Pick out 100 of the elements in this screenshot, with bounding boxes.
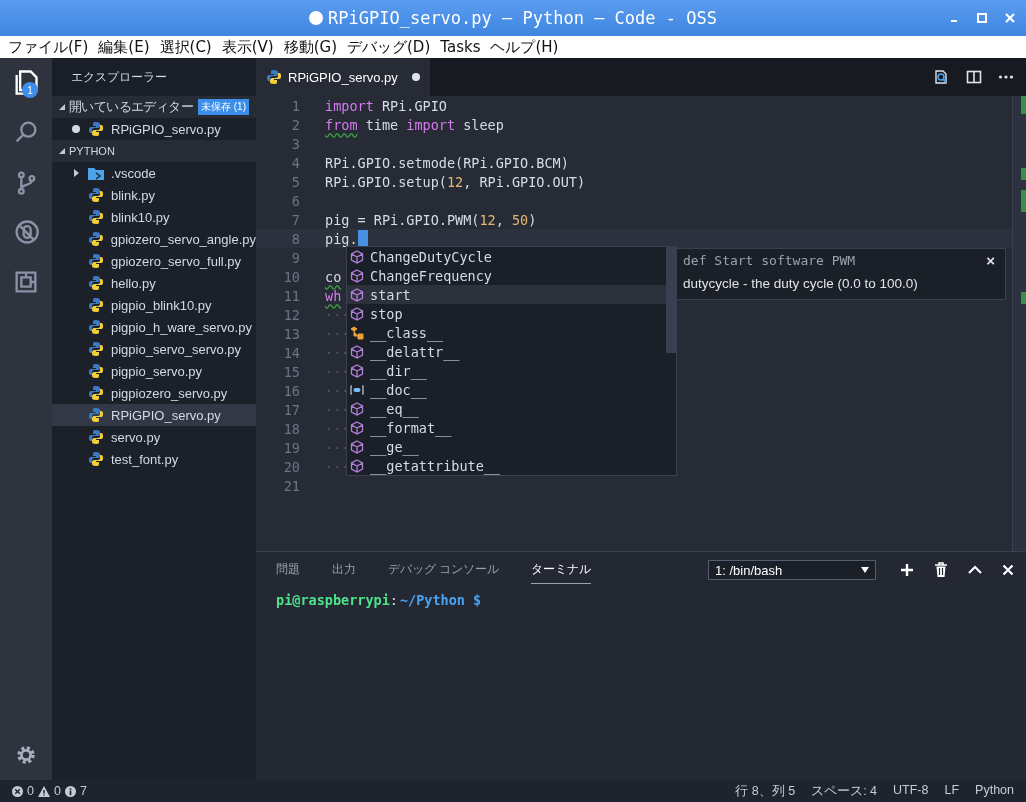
suggestion-item[interactable]: ChangeFrequency [347,266,666,285]
line-number: 18 [282,420,300,437]
menu-item[interactable]: ファイル(F) [8,37,89,57]
file-item[interactable]: .vscode [52,162,256,184]
suggestion-item[interactable]: start [347,285,666,304]
file-item[interactable]: test_font.py [52,448,256,470]
code-token: sleep [462,116,504,133]
line-number: 21 [282,477,300,494]
settings-icon[interactable] [15,744,37,766]
line-number: 10 [282,268,300,285]
file-item[interactable]: blink.py [52,184,256,206]
python-icon [88,341,104,357]
file-item[interactable]: pigpio_h_ware_servo.py [52,316,256,338]
error-icon [12,785,23,797]
file-item[interactable]: gpiozero_servo_angle.py [52,228,256,250]
file-item[interactable]: servo.py [52,426,256,448]
file-item[interactable]: pigpio_blink10.py [52,294,256,316]
code-editor[interactable] [256,96,1026,552]
cube-icon [350,458,364,473]
line-number: 19 [282,439,300,456]
python-icon [88,319,104,335]
python-icon [88,297,104,313]
panel-tab[interactable]: ターミナル [531,556,592,584]
sidebar-title: エクスプローラー [71,69,167,85]
suggestion-item[interactable]: ChangeDutyCycle [347,247,666,266]
scrollbar-thumb[interactable] [666,247,676,353]
status-item[interactable]: 行 8、列 5 [735,782,796,800]
menu-item[interactable]: デバッグ(D) [347,37,431,57]
menu-item[interactable]: 選択(C) [159,37,212,57]
suggestion-item[interactable]: __getattribute__ [347,456,666,475]
field-icon [350,382,364,397]
suggestion-item[interactable]: __format__ [347,418,666,437]
suggestion-item[interactable]: __ge__ [347,437,666,456]
status-item[interactable]: スペース: 4 [811,782,878,800]
python-icon [88,451,104,467]
cube-icon [350,439,364,454]
maximize-icon[interactable] [976,12,988,24]
status-item[interactable]: LF [944,782,960,800]
code-token: , [495,211,505,228]
menu-item[interactable]: Tasks [440,38,481,56]
problems-counter[interactable]: 0 0 7 [12,784,87,798]
signature-text: def Start software PWM [683,253,856,268]
code-token: co [325,268,342,285]
suggestion-item[interactable]: __doc__ [347,380,666,399]
description-text: dutycycle - the duty cycle (0.0 to 100.0) [683,276,919,291]
python-icon [88,385,104,401]
terminal[interactable]: pi@raspberrypi:~/Python $ [256,588,1026,780]
preview-search-icon[interactable] [932,68,950,86]
line-number: 7 [290,211,300,228]
file-item[interactable]: gpiozero_servo_full.py [52,250,256,272]
cube-icon [350,287,364,302]
warning-icon [37,785,50,797]
python-icon [88,253,104,269]
panel-tab[interactable]: 出力 [332,556,356,584]
whitespace-marks: ··· [325,458,350,475]
notification-badge: 1 [22,82,38,98]
suggestion-item[interactable]: __eq__ [347,399,666,418]
suggestion-item[interactable]: __dir__ [347,361,666,380]
suggestion-item[interactable]: __delattr__ [347,342,666,361]
line-number: 5 [290,173,300,190]
trash-icon[interactable] [934,562,948,578]
more-icon[interactable] [998,74,1014,80]
file-item[interactable]: RPiGPIO_servo.py [52,404,256,426]
dropdown-caret-icon [861,567,869,573]
status-item[interactable]: Python [975,782,1014,800]
section-header[interactable]: 開いているエディター 未保存 (1) [52,96,256,118]
info-icon [64,785,76,797]
code-token: ) [528,211,537,228]
line-number: 3 [290,135,300,152]
file-item[interactable]: pigpio_servo.py [52,360,256,382]
panel-tab[interactable]: デバッグ コンソール [388,556,500,584]
line-number: 14 [282,344,300,361]
line-number: 6 [290,192,300,209]
code-token: import [325,97,374,114]
file-item[interactable]: pigpio_servo_servo.py [52,338,256,360]
editor-tab[interactable]: RPiGPIO_servo.py [256,58,430,96]
suggestion-item[interactable]: __class__ [347,323,666,342]
chevron-up-icon[interactable] [968,565,982,575]
line-number: 2 [290,116,300,133]
panel-tab[interactable]: 問題 [276,556,300,584]
menu-item[interactable]: 移動(G) [283,37,337,57]
status-item[interactable]: UTF-8 [893,782,929,800]
file-item[interactable]: hello.py [52,272,256,294]
file-item[interactable]: RPiGPIO_servo.py [52,118,256,140]
line-number: 12 [282,306,300,323]
suggestion-item[interactable]: stop [347,304,666,323]
line-number: 9 [290,249,300,266]
code-token: 12 [446,173,464,190]
menu-item[interactable]: ヘルプ(H) [490,37,559,57]
close-icon[interactable] [1002,564,1014,576]
menu-item[interactable]: 編集(E) [98,37,150,57]
menu-item[interactable]: 表示(V) [221,37,274,57]
plus-icon[interactable] [900,563,914,577]
file-item[interactable]: pigpiozero_servo.py [52,382,256,404]
line-number: 20 [282,458,300,475]
split-editor-icon[interactable] [966,69,982,85]
section-header[interactable]: PYTHON [52,140,256,162]
close-button[interactable]: × [982,253,999,268]
terminal-dropdown[interactable]: 1: /bin/bash [708,560,876,580]
file-item[interactable]: blink10.py [52,206,256,228]
